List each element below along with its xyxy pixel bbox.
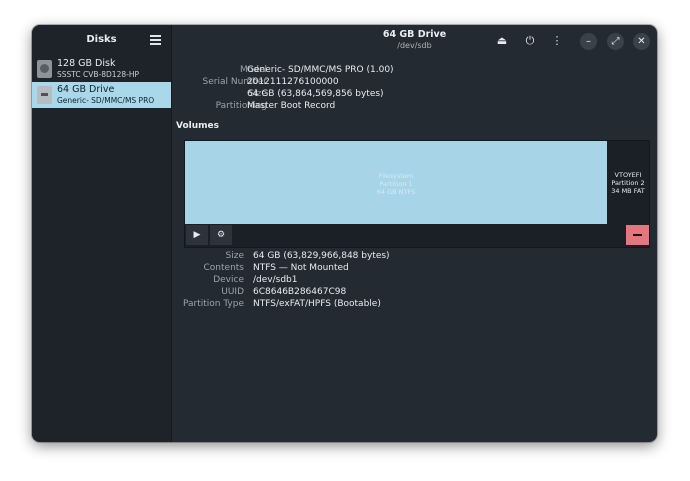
model-value: Generic- SD/MMC/MS PRO (1.00): [247, 65, 394, 75]
vertical-ellipsis-icon: ⋮: [551, 34, 563, 47]
hamburger-menu-icon[interactable]: [150, 35, 161, 46]
hard-disk-icon: [37, 60, 52, 78]
partition-1-number: Partition 1: [379, 180, 413, 188]
disks-window: Disks 128 GB Disk SSSTC CVB-8D128-HP 64 …: [32, 25, 657, 442]
partition-type-value: NTFS/exFAT/HPFS (Bootable): [253, 299, 381, 309]
size-value: 64 GB (63,864,569,856 bytes): [247, 89, 384, 99]
eject-button[interactable]: ⏏: [495, 34, 509, 48]
partition-type-label: Partition Type: [182, 299, 244, 309]
disk-item-subtitle: SSSTC CVB-8D128-HP: [57, 70, 139, 79]
volume-map: Filesystem Partition 1 64 GB NTFS VTOYEF…: [184, 140, 650, 248]
minimize-icon: –: [586, 36, 591, 47]
device-label: Device: [213, 275, 244, 285]
close-icon: ✕: [637, 36, 646, 47]
contents-label: Contents: [203, 263, 244, 273]
partition-1-filesystem: Filesystem: [378, 172, 414, 180]
partition-2-name: VTOYEFI: [614, 171, 642, 179]
close-button[interactable]: ✕: [633, 33, 650, 50]
partition-settings-button[interactable]: ⚙: [210, 225, 232, 245]
maximize-button[interactable]: ⤢: [607, 33, 624, 50]
partition-2-block[interactable]: VTOYEFI Partition 2 34 MB FAT: [607, 141, 649, 224]
partition-2-label: VTOYEFI Partition 2 34 MB FAT: [607, 171, 649, 195]
partitioning-value: Master Boot Record: [247, 101, 336, 111]
delete-partition-button[interactable]: [626, 225, 649, 245]
disk-item-128gb[interactable]: 128 GB Disk SSSTC CVB-8D128-HP: [32, 56, 171, 82]
partition-2-size: 34 MB FAT: [611, 187, 645, 195]
maximize-icon: ⤢: [611, 36, 620, 47]
serial-value: 2012111276100000: [247, 77, 339, 87]
disk-item-subtitle: Generic- SD/MMC/MS PRO: [57, 96, 155, 105]
volumes-heading: Volumes: [176, 121, 219, 131]
disk-item-64gb[interactable]: 64 GB Drive Generic- SD/MMC/MS PRO: [32, 82, 171, 108]
uuid-value: 6C8646B286467C98: [253, 287, 347, 297]
partition-2-number: Partition 2: [611, 179, 645, 187]
eject-icon: ⏏: [496, 34, 508, 47]
sidebar: Disks 128 GB Disk SSSTC CVB-8D128-HP 64 …: [32, 25, 172, 442]
gears-icon: ⚙: [216, 230, 226, 240]
partition-1-size: 64 GB NTFS: [376, 188, 416, 196]
volume-size-value: 64 GB (63,829,966,848 bytes): [253, 251, 390, 261]
power-icon: ⏻: [525, 34, 535, 47]
play-icon: ▶: [193, 230, 201, 240]
disk-item-name: 128 GB Disk: [57, 58, 116, 69]
removable-drive-icon: [37, 86, 52, 104]
contents-value: NTFS — Not Mounted: [253, 263, 349, 273]
uuid-label: UUID: [221, 287, 244, 297]
partition-1-label: Filesystem Partition 1 64 GB NTFS: [185, 172, 607, 196]
sidebar-header: Disks: [32, 25, 171, 57]
drive-menu-button[interactable]: ⋮: [550, 34, 564, 48]
volume-size-label: Size: [225, 251, 244, 261]
partition-1-block[interactable]: Filesystem Partition 1 64 GB NTFS: [185, 141, 607, 224]
disk-item-name: 64 GB Drive: [57, 84, 115, 95]
main-panel: 64 GB Drive /dev/sdb ⏏ ⏻ ⋮ – ⤢ ✕ Model G…: [172, 25, 657, 442]
minimize-button[interactable]: –: [580, 33, 597, 50]
power-off-button[interactable]: ⏻: [523, 34, 537, 48]
minus-icon: [633, 234, 642, 236]
device-value: /dev/sdb1: [253, 275, 298, 285]
mount-button[interactable]: ▶: [186, 225, 208, 245]
